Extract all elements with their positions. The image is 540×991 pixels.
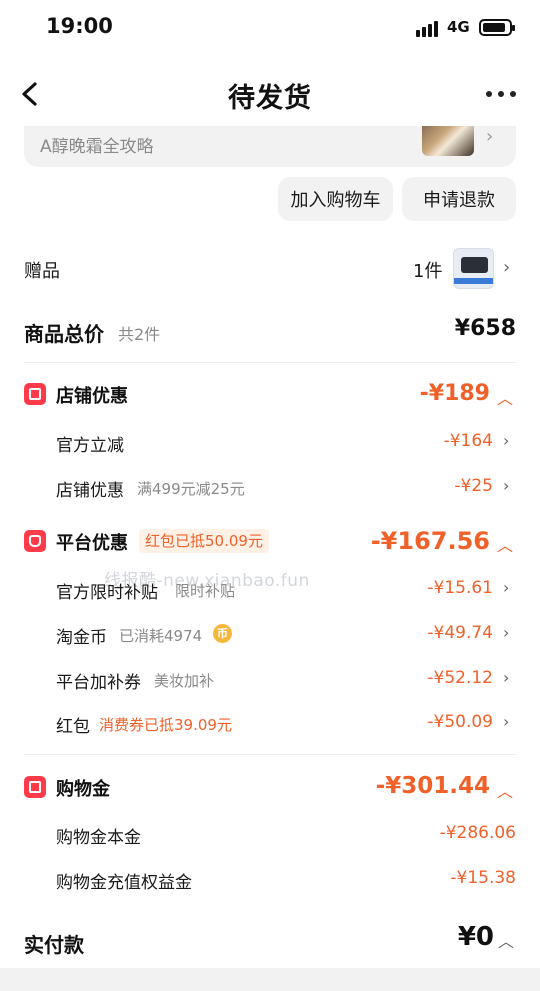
platform-item-sub: 限时补贴 <box>175 582 236 600</box>
platform-item-amount: -¥49.74 <box>427 623 493 643</box>
total-count: 共2件 <box>118 325 161 344</box>
chevron-up-icon[interactable]: ︿ <box>497 532 513 556</box>
total-label: 商品总价 <box>24 322 104 346</box>
network-label: 4G <box>447 18 470 36</box>
shopping-gold-title: 购物金 <box>56 779 110 800</box>
platform-item-sub: 美妆加补 <box>154 672 215 690</box>
shop-discount-title: 店铺优惠 <box>56 386 128 407</box>
total-price: ¥658 <box>454 316 516 341</box>
more-button[interactable] <box>486 91 522 101</box>
shop-item-label: 官方立减 <box>56 436 124 456</box>
status-bar: 19:00 4G <box>0 0 540 58</box>
product-name: A醇晚霜全攻略 <box>40 137 154 157</box>
product-card[interactable]: A醇晚霜全攻略 › <box>24 126 516 167</box>
chevron-up-icon[interactable]: ︿ <box>497 385 513 409</box>
gift-thumbnail[interactable] <box>453 248 494 289</box>
platform-discount-title: 平台优惠 <box>56 533 128 554</box>
shop-item-sub: 满499元减25元 <box>137 480 245 498</box>
shopping-gold-item-amount: -¥15.38 <box>450 868 516 888</box>
shop-item-amount: -¥25 <box>454 476 493 496</box>
nav-bar: 待发货 <box>0 58 540 130</box>
divider <box>24 754 516 755</box>
more-dots-icon <box>486 91 492 97</box>
chevron-up-icon[interactable]: ︿ <box>497 778 513 802</box>
platform-item-amount: -¥15.61 <box>427 578 493 598</box>
gift-label: 赠品 <box>24 261 60 282</box>
chevron-up-icon[interactable]: ︿ <box>498 928 514 952</box>
shopping-gold-item-label: 购物金本金 <box>56 828 141 848</box>
shopping-gold-item-amount: -¥286.06 <box>439 823 516 843</box>
chevron-right-icon[interactable]: › <box>503 431 509 450</box>
platform-item-sub: 消费券已抵39.09元 <box>99 716 232 734</box>
paid-amount: ¥0 <box>457 922 494 952</box>
shop-item-label: 店铺优惠 <box>56 481 124 501</box>
platform-item-label: 官方限时补贴 <box>56 583 158 603</box>
platform-discount-tag: 红包已抵50.09元 <box>139 529 269 553</box>
platform-icon <box>24 530 46 552</box>
divider <box>24 362 516 363</box>
refund-button[interactable]: 申请退款 <box>402 177 516 221</box>
platform-item-amount: -¥50.09 <box>427 712 493 732</box>
shopping-gold-icon <box>24 776 46 798</box>
chevron-right-icon[interactable]: › <box>503 578 509 597</box>
chevron-right-icon[interactable]: › <box>503 476 509 495</box>
signal-icon <box>416 21 438 37</box>
platform-discount-amount: -¥167.56 <box>370 527 490 555</box>
product-thumbnail <box>422 126 474 156</box>
chevron-right-icon: › <box>486 126 494 147</box>
gold-coin-icon: 币 <box>213 624 232 643</box>
shop-item-amount: -¥164 <box>443 431 493 451</box>
chevron-right-icon[interactable]: › <box>503 623 509 642</box>
add-to-cart-button[interactable]: 加入购物车 <box>278 177 393 221</box>
bottom-band <box>0 968 540 991</box>
shop-icon <box>24 383 46 405</box>
chevron-right-icon[interactable]: › <box>503 712 509 731</box>
platform-item-label: 红包 <box>56 717 90 737</box>
chevron-right-icon[interactable]: › <box>503 668 509 687</box>
page-title: 待发货 <box>228 83 312 114</box>
platform-item-label: 平台加补券 <box>56 673 141 693</box>
shopping-gold-amount: -¥301.44 <box>375 773 490 799</box>
platform-item-amount: -¥52.12 <box>427 668 493 688</box>
paid-label: 实付款 <box>24 933 84 957</box>
status-time: 19:00 <box>46 14 113 38</box>
shop-discount-amount: -¥189 <box>419 381 490 406</box>
platform-item-sub: 已消耗4974 <box>119 627 203 645</box>
chevron-right-icon[interactable]: › <box>503 257 510 278</box>
platform-item-label: 淘金币 <box>56 628 107 648</box>
battery-icon <box>479 19 515 36</box>
shopping-gold-item-label: 购物金充值权益金 <box>56 873 192 893</box>
gift-qty: 1件 <box>413 261 443 282</box>
